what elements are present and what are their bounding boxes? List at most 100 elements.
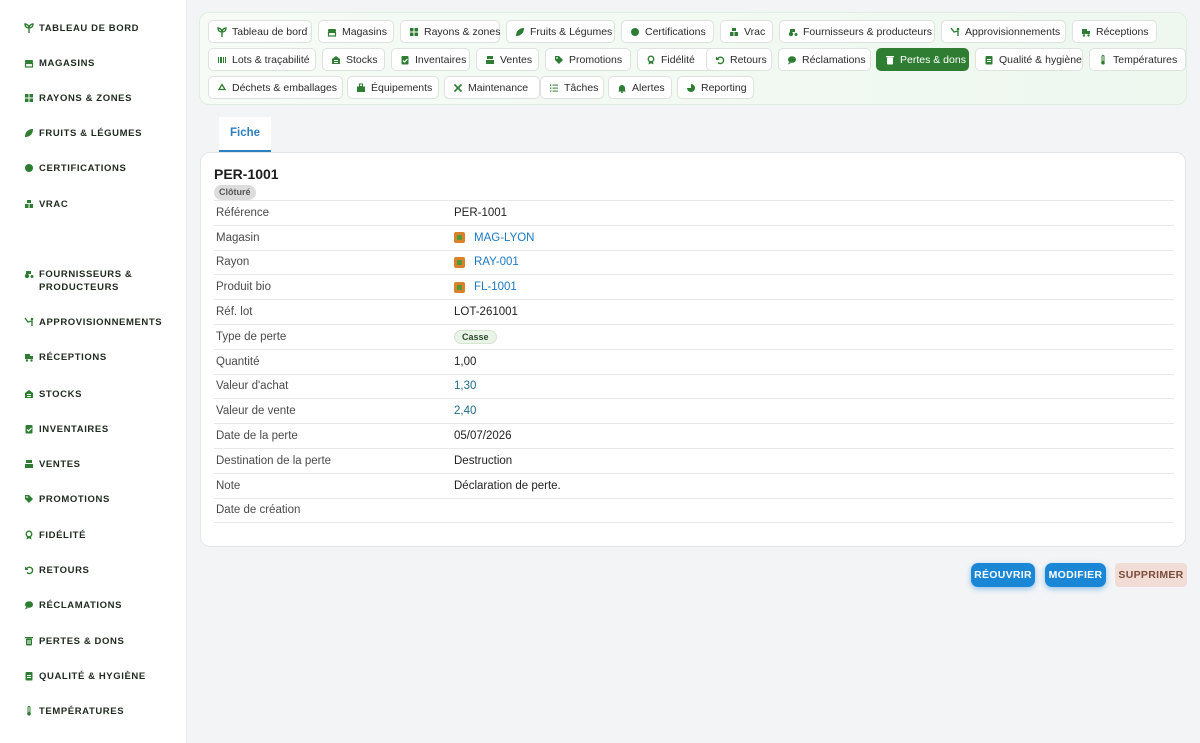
sidebar-item[interactable]: Pertes & dons: [0, 635, 186, 648]
nav-chip[interactable]: Qualité & hygiène: [975, 48, 1083, 71]
sidebar-item-label: Fournisseurs & producteurs: [39, 269, 133, 293]
field-link-text[interactable]: MAG-LYON: [474, 232, 535, 244]
nav-chip[interactable]: Fournisseurs & producteurs: [779, 20, 935, 43]
sidebar-item-label: Inventaires: [39, 424, 109, 435]
truck-icon: [1081, 27, 1091, 37]
nav-chip[interactable]: Fruits & Légumes: [506, 20, 615, 43]
sidebar-item[interactable]: Stocks: [0, 388, 186, 401]
grid-icon: [24, 93, 34, 103]
sidebar-item[interactable]: Ventes: [0, 458, 186, 471]
field-label: Date de la perte: [216, 430, 298, 443]
supply-icon: [24, 317, 34, 327]
sidebar-item[interactable]: Fidélité: [0, 529, 186, 542]
edit-button[interactable]: Modifier: [1045, 563, 1106, 587]
tag-icon: [24, 494, 34, 504]
field-link-text[interactable]: RAY-001: [474, 256, 519, 268]
sidebar-item[interactable]: Tableau de bord: [0, 22, 186, 35]
nav-chip[interactable]: Magasins: [318, 20, 394, 43]
supply-icon: [950, 27, 960, 37]
nav-chip-label: Tableau de bord: [232, 25, 308, 38]
field-row: Référence PER-1001: [214, 201, 1174, 226]
nav-chip-label: Certifications: [645, 25, 706, 38]
field-value[interactable]: FL-1001: [454, 281, 517, 293]
field-label: Quantité: [216, 355, 260, 368]
field-link-text[interactable]: FL-1001: [474, 281, 517, 293]
recycle-icon: [217, 82, 227, 93]
nav-chip[interactable]: Reporting: [677, 76, 754, 99]
nav-chip-label: Déchets & emballages: [232, 81, 338, 94]
clipboard-check-icon: [400, 55, 410, 65]
nav-chip[interactable]: Températures: [1089, 48, 1186, 71]
sprout-icon: [24, 23, 34, 33]
badge-icon: [630, 27, 640, 37]
sidebar-item[interactable]: Réceptions: [0, 351, 186, 364]
nav-chip-label: Ventes: [500, 53, 533, 66]
sidebar-item[interactable]: Fournisseurs & producteurs: [0, 268, 186, 294]
field-value[interactable]: RAY-001: [454, 256, 519, 268]
sidebar-item[interactable]: Retours: [0, 564, 186, 577]
nav-chip[interactable]: Tableau de bord: [208, 20, 312, 43]
nav-chip-label: Fidélité: [661, 53, 695, 66]
nav-chip[interactable]: Tâches: [540, 76, 604, 99]
sidebar-item[interactable]: Vrac: [0, 198, 186, 211]
sidebar-item-label: Qualité & hygiène: [39, 671, 146, 682]
sidebar-item[interactable]: Réclamations: [0, 599, 186, 612]
trash-icon: [885, 55, 895, 65]
field-row: Valeur de vente 2,40: [214, 399, 1174, 425]
nav-chip-label: Fournisseurs & producteurs: [803, 25, 932, 38]
nav-chip[interactable]: Promotions: [545, 48, 631, 71]
field-value: 2,40: [454, 405, 477, 418]
nav-chip[interactable]: Approvisionnements: [941, 20, 1066, 43]
toolbox-icon: [356, 83, 366, 93]
record-card: PER-1001 Clôturé Référence PER-1001 Magasi…: [200, 152, 1186, 547]
sidebar-item-label: Vrac: [39, 199, 69, 210]
nav-chip[interactable]: Pertes & dons: [876, 48, 969, 71]
nav-chip[interactable]: Retours: [706, 48, 772, 71]
nav-chip[interactable]: Alertes: [608, 76, 672, 99]
sidebar-item-label: Réceptions: [39, 352, 107, 363]
nav-chip[interactable]: Déchets & emballages: [208, 76, 343, 99]
tab-fiche[interactable]: Fiche: [219, 117, 272, 152]
sidebar-item[interactable]: Rayons & zones: [0, 92, 186, 105]
field-row: Note Déclaration de perte.: [214, 474, 1174, 499]
sidebar-item[interactable]: Fruits & Légumes: [0, 127, 186, 140]
delete-button[interactable]: Supprimer: [1115, 563, 1187, 587]
nav-chip[interactable]: Rayons & zones: [400, 20, 500, 43]
sidebar-item[interactable]: Inventaires: [0, 423, 186, 436]
nav-chip[interactable]: Inventaires: [391, 48, 470, 71]
field-row: Rayon RAY-001: [214, 251, 1174, 276]
nav-chip[interactable]: Ventes: [476, 48, 539, 71]
nav-chip[interactable]: Lots & traçabilité: [208, 48, 316, 71]
sidebar-item[interactable]: Températures: [0, 705, 186, 718]
nav-chip[interactable]: Équipements: [347, 76, 439, 99]
list-icon: [549, 83, 559, 93]
wrench-icon: [453, 83, 463, 93]
nav-chip[interactable]: Réclamations: [778, 48, 871, 71]
sidebar-item-label: Retours: [39, 565, 90, 576]
sidebar-item[interactable]: Certifications: [0, 162, 186, 175]
nav-chip[interactable]: Stocks: [322, 48, 385, 71]
nav-chip-label: Reporting: [701, 81, 747, 94]
sidebar-item[interactable]: Approvisionnements: [0, 316, 186, 329]
reopen-button[interactable]: Réouvrir: [971, 563, 1035, 587]
grid-icon: [409, 27, 419, 37]
tractor-icon: [24, 269, 34, 279]
nav-chip-label: Maintenance: [468, 81, 529, 94]
nav-chip[interactable]: Certifications: [621, 20, 714, 43]
field-label: Magasin: [216, 231, 260, 244]
cash-register-icon: [24, 459, 34, 469]
sidebar-item-label: Rayons & zones: [39, 93, 133, 104]
nav-chip[interactable]: Maintenance: [444, 76, 540, 99]
nav-chip[interactable]: Réceptions: [1072, 20, 1157, 43]
field-label: Produit bio: [216, 281, 271, 294]
nav-chip[interactable]: Vrac: [720, 20, 773, 43]
sidebar-item[interactable]: Magasins: [0, 57, 186, 70]
sidebar-item[interactable]: Qualité & hygiène: [0, 670, 186, 683]
trash-icon: [24, 636, 34, 646]
nav-chip-label: Tâches: [564, 81, 599, 94]
sidebar-item[interactable]: Promotions: [0, 493, 186, 506]
tractor-icon: [788, 27, 798, 37]
thermometer-icon: [24, 706, 34, 716]
nav-chip-label: Vrac: [744, 25, 766, 38]
field-value[interactable]: MAG-LYON: [454, 232, 535, 244]
